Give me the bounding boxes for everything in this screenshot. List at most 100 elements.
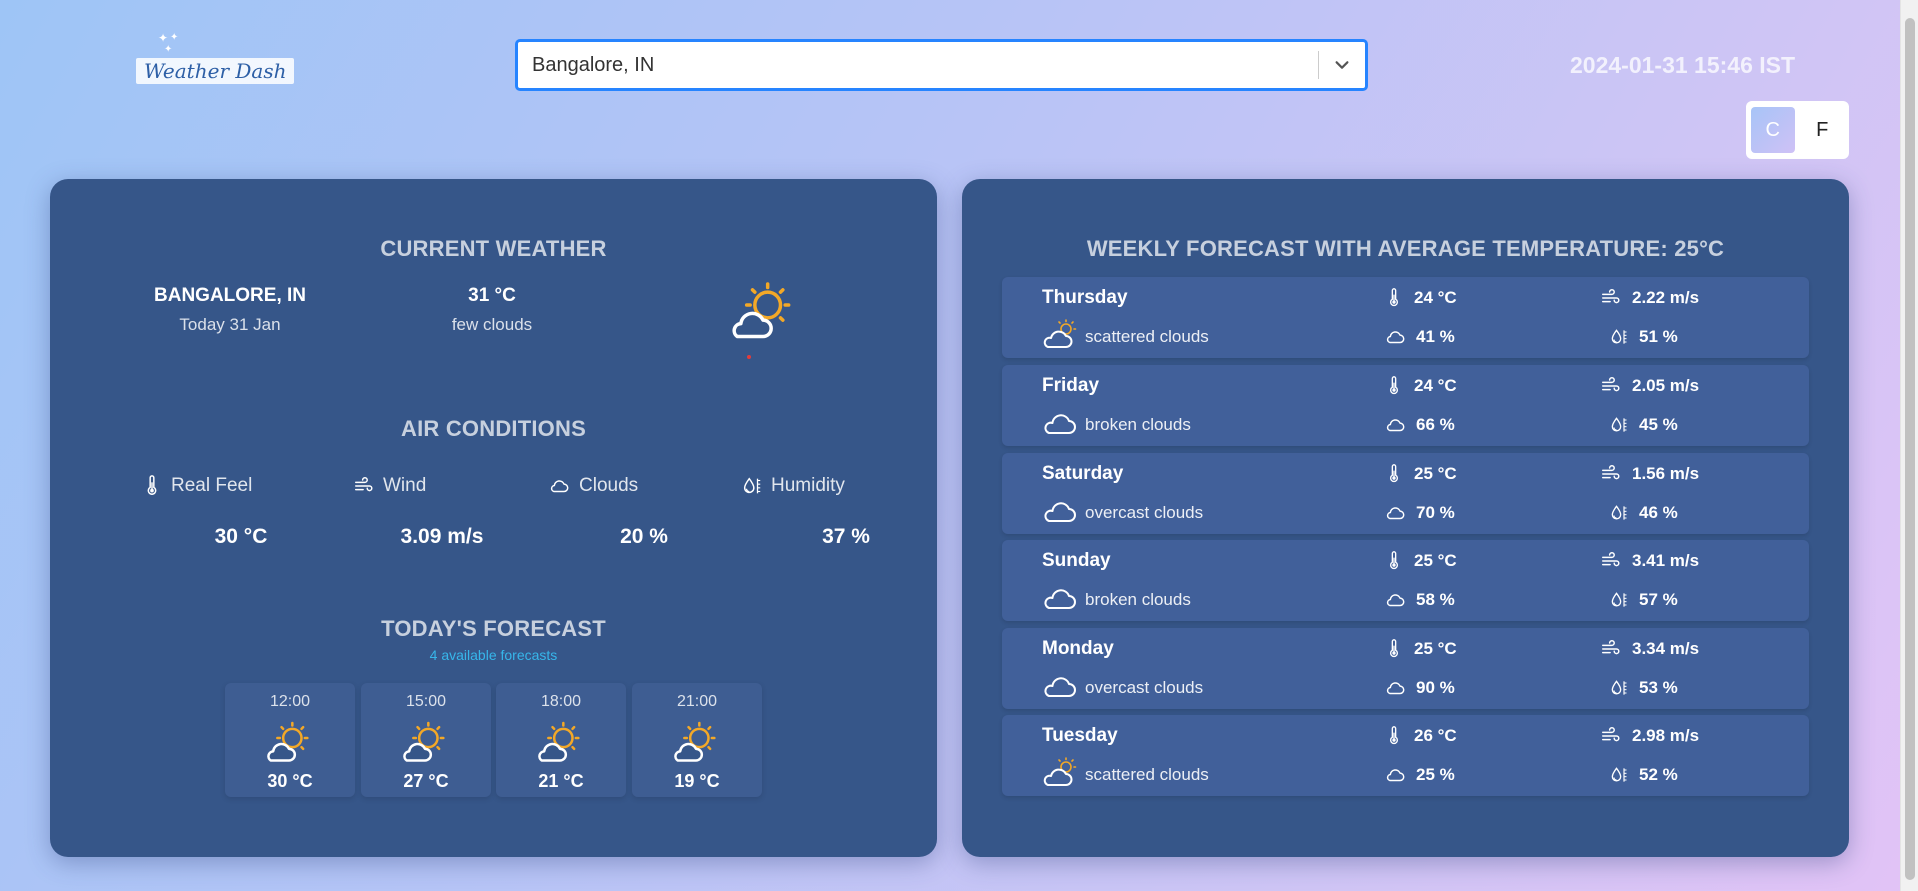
forecast-humidity: 52 % <box>1639 765 1678 784</box>
temperature-stat: 24 °C <box>1384 375 1457 397</box>
wind-stat: 2.98 m/s <box>1600 725 1699 747</box>
weekly-forecast-row: Saturday overcast clouds 25 °C 70 % 1.56… <box>1002 453 1809 534</box>
weather-dash-logo[interactable]: ✦ ✦ ✦ Weather Dash <box>128 28 295 88</box>
sun-behind-cloud-icon <box>264 721 314 765</box>
forecast-day: Friday <box>1042 375 1100 396</box>
forecast-humidity: 57 % <box>1639 590 1678 609</box>
forecast-wind: 2.22 m/s <box>1632 288 1700 307</box>
wind-stat: 2.05 m/s <box>1600 375 1699 397</box>
humidity-icon <box>1609 764 1629 786</box>
forecast-temp: 26 °C <box>1414 726 1457 745</box>
forecast-wind: 3.34 m/s <box>1632 639 1700 658</box>
wind-icon <box>1600 375 1622 397</box>
hourly-forecast-card: 15:00 27 °C <box>361 683 491 797</box>
forecast-description: scattered clouds <box>1085 765 1209 784</box>
city-search-select[interactable]: Bangalore, IN <box>516 40 1367 90</box>
forecast-temperature: 27 °C <box>403 771 449 791</box>
forecast-temp: 25 °C <box>1414 464 1457 483</box>
humidity-icon <box>1609 414 1629 436</box>
air-conditions-title: AIR CONDITIONS <box>401 416 586 441</box>
humidity-label-group: Humidity <box>741 475 845 497</box>
current-date: Today 31 Jan <box>179 315 281 334</box>
humidity-stat: 57 % <box>1609 589 1678 611</box>
humidity-icon <box>1609 502 1629 524</box>
sun-cloud-icon <box>1042 757 1078 789</box>
chevron-down-icon[interactable] <box>1319 42 1365 88</box>
clouds-value: 20 % <box>620 525 668 548</box>
humidity-label: Humidity <box>771 475 845 496</box>
unit-toggle: C F <box>1746 101 1849 159</box>
forecast-wind: 1.56 m/s <box>1632 464 1700 483</box>
forecast-temperature: 30 °C <box>267 771 313 791</box>
cloud-icon <box>1042 407 1078 439</box>
weekly-forecast-row: Monday overcast clouds 25 °C 90 % 3.34 m… <box>1002 628 1809 709</box>
weekly-forecast-title: WEEKLY FORECAST WITH AVERAGE TEMPERATURE… <box>1086 236 1725 261</box>
forecast-day: Monday <box>1042 638 1114 659</box>
wind-stat: 3.41 m/s <box>1600 550 1699 572</box>
clouds-stat: 90 % <box>1384 677 1455 699</box>
forecast-temp: 24 °C <box>1414 288 1457 307</box>
current-description: few clouds <box>451 315 533 334</box>
sun-cloud-icon <box>1042 319 1078 351</box>
weekly-forecast-panel: WEEKLY FORECAST WITH AVERAGE TEMPERATURE… <box>962 179 1849 857</box>
forecast-humidity: 46 % <box>1639 503 1678 522</box>
humidity-stat: 46 % <box>1609 502 1678 524</box>
forecast-humidity: 45 % <box>1639 415 1678 434</box>
wind-stat: 2.22 m/s <box>1600 287 1699 309</box>
temperature-stat: 25 °C <box>1384 463 1457 485</box>
fahrenheit-button[interactable]: F <box>1801 107 1845 153</box>
svg-text:✦: ✦ <box>164 44 172 55</box>
forecast-description: broken clouds <box>1085 415 1191 434</box>
humidity-stat: 53 % <box>1609 677 1678 699</box>
current-city: BANGALORE, IN <box>154 285 306 306</box>
temperature-stat: 25 °C <box>1384 550 1457 572</box>
forecast-count: 4 available forecasts <box>429 647 558 663</box>
forecast-clouds: 41 % <box>1416 327 1455 346</box>
humidity-stat: 52 % <box>1609 764 1678 786</box>
wind-label-group: Wind <box>353 475 426 497</box>
forecast-temp: 25 °C <box>1414 551 1457 570</box>
thermometer-icon <box>1384 725 1404 747</box>
wind-icon <box>1600 725 1622 747</box>
humidity-stat: 45 % <box>1609 414 1678 436</box>
cloud-icon <box>1042 582 1078 614</box>
real-feel-label: Real Feel <box>171 475 253 496</box>
forecast-clouds: 25 % <box>1416 765 1455 784</box>
forecast-clouds: 70 % <box>1416 503 1455 522</box>
humidity-stat: 51 % <box>1609 326 1678 348</box>
forecast-humidity: 53 % <box>1639 678 1678 697</box>
clouds-stat: 66 % <box>1384 414 1455 436</box>
weekly-forecast-row: Thursday scattered clouds 24 °C 41 % 2.2… <box>1002 277 1809 358</box>
forecast-day: Thursday <box>1042 287 1128 308</box>
forecast-clouds: 58 % <box>1416 590 1455 609</box>
humidity-icon <box>1609 589 1629 611</box>
forecast-temp: 24 °C <box>1414 376 1457 395</box>
cloud-icon <box>1042 670 1078 702</box>
celsius-button[interactable]: C <box>1751 107 1795 153</box>
weekly-forecast-row: Tuesday scattered clouds 26 °C 25 % 2.98… <box>1002 715 1809 796</box>
forecast-wind: 3.41 m/s <box>1632 551 1700 570</box>
wind-stat: 3.34 m/s <box>1600 638 1699 660</box>
cloud-icon <box>1384 414 1406 436</box>
moon-stars-icon: ✦ ✦ ✦ <box>158 31 246 55</box>
clouds-label-group: Clouds <box>547 475 638 497</box>
wind-icon <box>1600 550 1622 572</box>
hourly-forecast-card: 12:00 30 °C <box>225 683 355 797</box>
humidity-icon <box>1609 677 1629 699</box>
cloud-icon <box>1384 764 1406 786</box>
forecast-wind: 2.98 m/s <box>1632 726 1700 745</box>
clouds-stat: 70 % <box>1384 502 1455 524</box>
cloud-icon <box>1384 502 1406 524</box>
page-scrollbar[interactable] <box>1900 0 1918 891</box>
search-value[interactable]: Bangalore, IN <box>518 54 1318 77</box>
forecast-wind: 2.05 m/s <box>1632 376 1700 395</box>
svg-text:✦: ✦ <box>170 32 178 43</box>
sun-behind-cloud-icon <box>671 721 721 765</box>
clouds-label: Clouds <box>579 475 639 496</box>
weekly-forecast-row: Friday broken clouds 24 °C 66 % 2.05 m/s… <box>1002 365 1809 446</box>
thermometer-icon <box>141 475 163 497</box>
humidity-value: 37 % <box>822 525 870 548</box>
scrollbar-thumb[interactable] <box>1905 18 1915 880</box>
sun-behind-cloud-icon <box>728 281 798 361</box>
forecast-day: Tuesday <box>1042 725 1118 746</box>
